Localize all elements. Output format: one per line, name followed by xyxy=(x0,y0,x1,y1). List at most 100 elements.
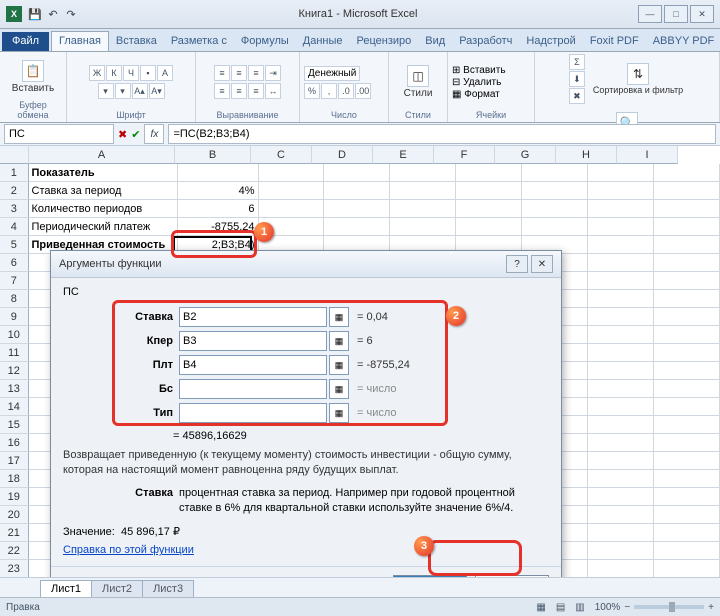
view-layout-icon[interactable]: ▤ xyxy=(556,602,565,613)
close-button[interactable]: ✕ xyxy=(690,5,714,23)
cell[interactable] xyxy=(588,362,654,380)
range-picker-icon[interactable]: ▦ xyxy=(329,379,349,399)
cell[interactable] xyxy=(654,452,720,470)
cell[interactable] xyxy=(456,182,522,200)
cell[interactable] xyxy=(588,272,654,290)
cell[interactable] xyxy=(588,218,654,236)
col-header-H[interactable]: H xyxy=(556,146,617,164)
row-header[interactable]: 19 xyxy=(0,488,29,506)
cell[interactable] xyxy=(456,200,522,218)
cell[interactable] xyxy=(588,254,654,272)
cell[interactable] xyxy=(390,200,456,218)
cell[interactable] xyxy=(588,452,654,470)
row-header[interactable]: 13 xyxy=(0,380,29,398)
row-header[interactable]: 15 xyxy=(0,416,29,434)
paste-button[interactable]: 📋Вставить xyxy=(10,58,56,96)
tab-foxit[interactable]: Foxit PDF xyxy=(583,32,646,51)
cell[interactable] xyxy=(654,380,720,398)
save-icon[interactable]: 💾 xyxy=(28,7,42,21)
col-header-A[interactable]: A xyxy=(29,146,175,164)
cell[interactable] xyxy=(324,164,390,182)
cell[interactable] xyxy=(588,560,654,578)
tab-addins[interactable]: Надстрой xyxy=(519,32,582,51)
cell[interactable] xyxy=(654,218,720,236)
row-header[interactable]: 7 xyxy=(0,272,29,290)
cell[interactable] xyxy=(324,218,390,236)
cell[interactable] xyxy=(324,182,390,200)
cell[interactable]: 4% xyxy=(178,182,259,200)
cancel-formula-icon[interactable]: ✖ xyxy=(118,128,127,141)
row-header[interactable]: 23 xyxy=(0,560,29,578)
dialog-close-button[interactable]: ✕ xyxy=(531,255,553,273)
cell[interactable] xyxy=(588,524,654,542)
cell[interactable]: 6 xyxy=(178,200,259,218)
cells-format[interactable]: ▦ Формат xyxy=(452,89,500,100)
cell[interactable] xyxy=(390,218,456,236)
cell[interactable] xyxy=(654,326,720,344)
row-header[interactable]: 5 xyxy=(0,236,29,254)
col-header-D[interactable]: D xyxy=(312,146,373,164)
cell[interactable]: Количество периодов xyxy=(29,200,178,218)
row-header[interactable]: 17 xyxy=(0,452,29,470)
row-header[interactable]: 21 xyxy=(0,524,29,542)
cell[interactable] xyxy=(390,164,456,182)
tab-layout[interactable]: Разметка с xyxy=(164,32,234,51)
cell[interactable] xyxy=(654,398,720,416)
sheet-tab-2[interactable]: Лист2 xyxy=(91,580,143,597)
row-header[interactable]: 18 xyxy=(0,470,29,488)
row-header[interactable]: 14 xyxy=(0,398,29,416)
cell[interactable] xyxy=(588,470,654,488)
cells-delete[interactable]: ⊟ Удалить xyxy=(452,77,501,88)
tab-insert[interactable]: Вставка xyxy=(109,32,164,51)
col-header-G[interactable]: G xyxy=(495,146,556,164)
tab-review[interactable]: Рецензиро xyxy=(350,32,419,51)
cells-insert[interactable]: ⊞ Вставить xyxy=(452,65,506,76)
cell[interactable] xyxy=(588,200,654,218)
cell[interactable] xyxy=(588,326,654,344)
fx-button[interactable]: fx xyxy=(144,124,164,144)
col-header-C[interactable]: C xyxy=(251,146,312,164)
zoom-slider[interactable] xyxy=(634,605,704,609)
cell[interactable] xyxy=(324,200,390,218)
zoom-in-icon[interactable]: + xyxy=(708,602,714,613)
cell[interactable] xyxy=(588,344,654,362)
cell[interactable] xyxy=(654,506,720,524)
tab-home[interactable]: Главная xyxy=(51,31,109,51)
cell[interactable] xyxy=(588,416,654,434)
row-header[interactable]: 6 xyxy=(0,254,29,272)
tab-data[interactable]: Данные xyxy=(296,32,350,51)
cell[interactable] xyxy=(654,344,720,362)
row-header[interactable]: 4 xyxy=(0,218,29,236)
cell[interactable] xyxy=(588,308,654,326)
cell[interactable] xyxy=(588,488,654,506)
cell[interactable]: -8755,24 xyxy=(178,218,259,236)
cell[interactable]: Показатель xyxy=(29,164,178,182)
col-header-B[interactable]: B xyxy=(175,146,251,164)
cell[interactable] xyxy=(456,218,522,236)
row-header[interactable]: 2 xyxy=(0,182,29,200)
sheet-tab-1[interactable]: Лист1 xyxy=(40,580,92,597)
name-box[interactable]: ПС xyxy=(4,124,114,144)
cell[interactable] xyxy=(390,182,456,200)
help-link[interactable]: Справка по этой функции xyxy=(63,544,194,556)
cell[interactable] xyxy=(588,182,654,200)
view-break-icon[interactable]: ▥ xyxy=(575,602,584,613)
col-header-I[interactable]: I xyxy=(617,146,678,164)
tab-formulas[interactable]: Формулы xyxy=(234,32,296,51)
arg-input-Тип[interactable] xyxy=(179,403,327,423)
number-controls[interactable]: %,.0.00 xyxy=(304,83,371,99)
cell[interactable] xyxy=(654,272,720,290)
cell[interactable] xyxy=(654,200,720,218)
formula-input[interactable]: =ПС(B2;B3;B4) xyxy=(168,124,716,144)
cell[interactable] xyxy=(654,416,720,434)
cell[interactable] xyxy=(522,200,588,218)
cell[interactable] xyxy=(654,236,720,254)
cell[interactable] xyxy=(654,542,720,560)
styles-button[interactable]: ◫Стили xyxy=(402,63,435,101)
cell[interactable] xyxy=(654,434,720,452)
cell[interactable] xyxy=(259,200,325,218)
cell[interactable] xyxy=(588,380,654,398)
minimize-button[interactable]: — xyxy=(638,5,662,23)
sheet-tab-3[interactable]: Лист3 xyxy=(142,580,194,597)
row-header[interactable]: 11 xyxy=(0,344,29,362)
